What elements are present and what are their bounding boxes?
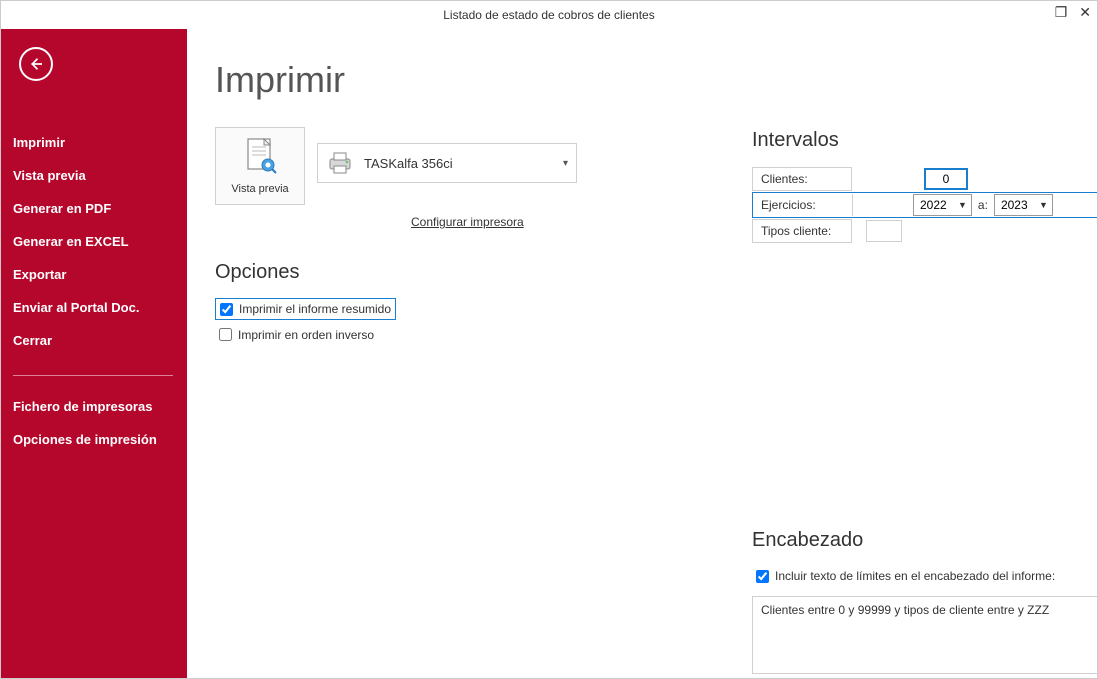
sidebar-item-opciones-impresion[interactable]: Opciones de impresión <box>1 423 187 456</box>
sidebar-item-label: Imprimir <box>13 135 65 150</box>
sidebar-item-generar-pdf[interactable]: Generar en PDF <box>1 192 187 225</box>
vista-previa-label: Vista previa <box>231 183 288 195</box>
a-label: a: <box>978 198 988 212</box>
arrow-left-icon <box>27 55 45 73</box>
opcion-resumido-row[interactable]: Imprimir el informe resumido <box>216 299 395 319</box>
maximize-icon[interactable]: ❐ <box>1055 4 1068 21</box>
chevron-down-icon: ▼ <box>958 200 967 210</box>
configurar-impresora-link[interactable]: Configurar impresora <box>411 215 524 229</box>
inverso-checkbox[interactable] <box>219 328 232 341</box>
inverso-label: Imprimir en orden inverso <box>238 328 374 342</box>
chevron-down-icon: ▾ <box>563 158 568 169</box>
chevron-down-icon: ▼ <box>1039 200 1048 210</box>
sidebar-item-label: Fichero de impresoras <box>13 399 152 414</box>
sidebar-item-label: Vista previa <box>13 168 86 183</box>
ejercicios-to-value: 2023 <box>1001 198 1033 212</box>
opcion-inverso-row[interactable]: Imprimir en orden inverso <box>215 325 1067 345</box>
incluir-texto-row[interactable]: Incluir texto de límites en el encabezad… <box>752 566 1097 586</box>
encabezado-textarea[interactable]: Clientes entre 0 y 99999 y tipos de clie… <box>752 596 1097 674</box>
sidebar-item-vista-previa[interactable]: Vista previa <box>1 159 187 192</box>
sidebar-item-imprimir[interactable]: Imprimir <box>1 126 187 159</box>
incluir-texto-checkbox[interactable] <box>756 570 769 583</box>
tipos-cliente-label: Tipos cliente: <box>752 219 852 243</box>
tipos-cliente-row: Tipos cliente: a: <box>752 218 1097 244</box>
resumido-label: Imprimir el informe resumido <box>239 302 391 316</box>
opciones-heading: Opciones <box>215 261 1067 284</box>
clientes-row: Clientes: a: <box>752 166 1097 192</box>
ejercicios-from-value: 2022 <box>920 198 952 212</box>
sidebar-item-cerrar[interactable]: Cerrar <box>1 324 187 357</box>
sidebar-item-label: Opciones de impresión <box>13 432 157 447</box>
printer-icon <box>326 151 354 175</box>
ejercicios-from-select[interactable]: 2022 ▼ <box>913 194 972 216</box>
title-bar: Listado de estado de cobros de clientes … <box>1 1 1097 29</box>
ejercicios-to-select[interactable]: 2023 ▼ <box>994 194 1053 216</box>
sidebar-item-fichero-impresoras[interactable]: Fichero de impresoras <box>1 390 187 423</box>
vista-previa-button[interactable]: Vista previa <box>215 127 305 205</box>
sidebar-item-label: Generar en PDF <box>13 201 111 216</box>
sidebar-item-generar-excel[interactable]: Generar en EXCEL <box>1 225 187 258</box>
clientes-label: Clientes: <box>752 167 852 191</box>
encabezado-text: Clientes entre 0 y 99999 y tipos de clie… <box>761 603 1049 617</box>
sidebar-item-exportar[interactable]: Exportar <box>1 258 187 291</box>
close-icon[interactable]: ✕ <box>1079 4 1091 21</box>
window-title: Listado de estado de cobros de clientes <box>443 8 654 22</box>
page-heading: Imprimir <box>215 59 1067 101</box>
back-button[interactable] <box>19 47 53 81</box>
clientes-from-input[interactable] <box>924 168 968 190</box>
printer-select-dropdown[interactable]: TASKalfa 356ci ▾ <box>317 143 577 183</box>
sidebar-item-enviar-portal[interactable]: Enviar al Portal Doc. <box>1 291 187 324</box>
sidebar: Imprimir Vista previa Generar en PDF Gen… <box>1 29 187 678</box>
sidebar-item-label: Generar en EXCEL <box>13 234 129 249</box>
intervalos-heading: Intervalos <box>752 129 1097 152</box>
ejercicios-row: Ejercicios: 2022 ▼ a: 2023 ▼ <box>752 192 1097 218</box>
sidebar-item-label: Enviar al Portal Doc. <box>13 300 139 315</box>
sidebar-separator <box>13 375 173 376</box>
resumido-checkbox[interactable] <box>220 303 233 316</box>
ejercicios-label: Ejercicios: <box>753 194 853 216</box>
incluir-texto-label: Incluir texto de límites en el encabezad… <box>775 569 1055 583</box>
encabezado-heading: Encabezado <box>752 529 1097 552</box>
printer-name: TASKalfa 356ci <box>364 156 563 171</box>
sidebar-item-label: Cerrar <box>13 333 52 348</box>
document-preview-icon <box>242 137 278 177</box>
tipos-from-input[interactable] <box>866 220 902 242</box>
sidebar-item-label: Exportar <box>13 267 66 282</box>
